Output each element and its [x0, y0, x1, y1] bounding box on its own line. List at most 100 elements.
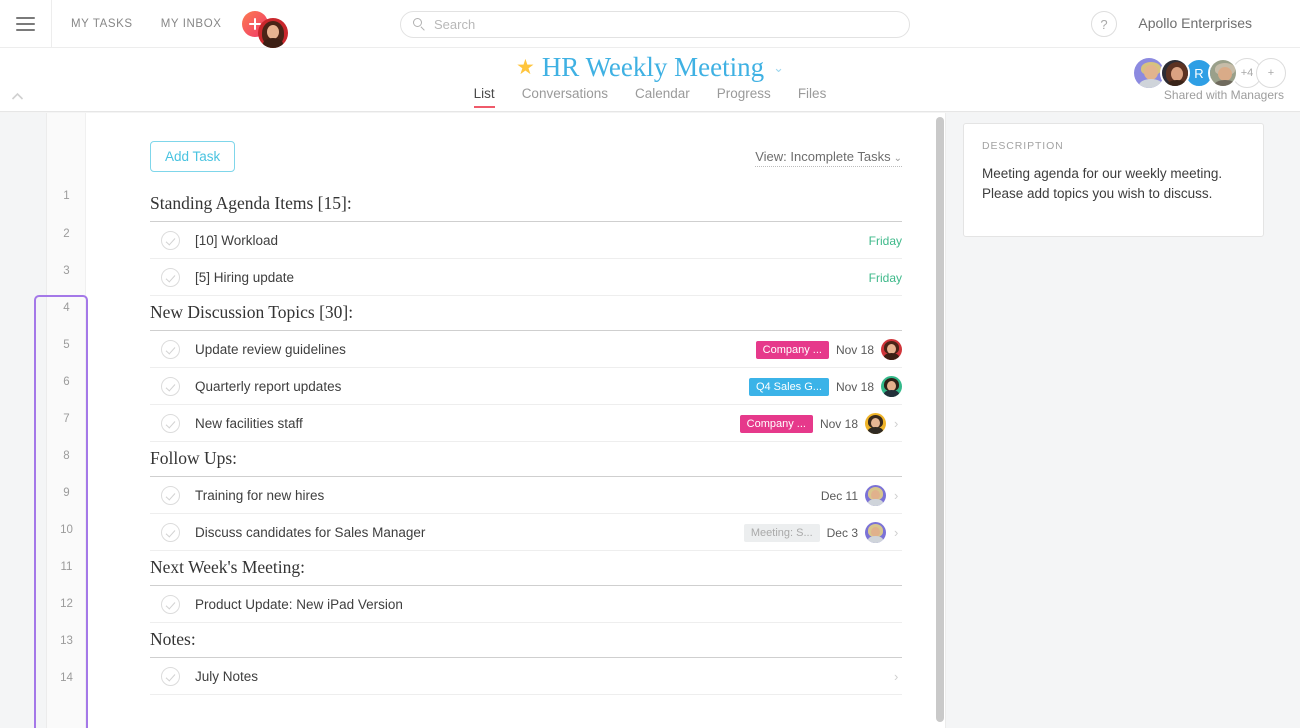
gutter-line-number: 2: [63, 228, 70, 240]
due-date[interactable]: Nov 18: [836, 380, 874, 394]
gutter-line-number: 12: [60, 598, 73, 610]
top-bar: MY TASKS MY INBOX ? Apollo Enterprises: [0, 0, 1300, 48]
gutter-line-number: 8: [63, 450, 70, 462]
due-date[interactable]: Nov 18: [820, 417, 858, 431]
task-tag[interactable]: Company ...: [739, 414, 813, 433]
task-meta: Meeting: S... Dec 3 ›: [743, 514, 902, 551]
task-name: Product Update: New iPad Version: [195, 596, 403, 612]
table-row[interactable]: Quarterly report updates Q4 Sales G... Nov…: [150, 368, 902, 405]
add-task-button[interactable]: Add Task: [150, 141, 236, 172]
gutter-line-number: 5: [63, 339, 70, 351]
table-row[interactable]: [5] Hiring update Friday: [150, 259, 902, 296]
page-title: HR Weekly Meeting: [541, 52, 765, 82]
tab-conversations[interactable]: Conversations: [522, 86, 608, 108]
search-input[interactable]: [434, 17, 897, 32]
complete-task-checkbox[interactable]: [161, 666, 180, 686]
gutter-line-number: 10: [60, 524, 73, 536]
complete-task-checkbox[interactable]: [161, 522, 180, 542]
assignee-avatar[interactable]: [865, 413, 886, 434]
body-area: 1 2 3 4 5 6 7 8 9 10 11 12 13 14 Add Task View: Incom…: [0, 113, 1300, 728]
view-selector-label: View: Incomplete Tasks: [755, 149, 891, 164]
nav-my-inbox[interactable]: MY INBOX: [161, 18, 222, 30]
tab-calendar[interactable]: Calendar: [635, 86, 690, 108]
complete-task-checkbox[interactable]: [161, 339, 180, 359]
tab-list[interactable]: List: [473, 86, 495, 108]
gutter-line-number: 13: [60, 635, 73, 647]
project-header: ★ HR Weekly Meeting ⌄ List Conversations…: [0, 48, 1300, 112]
list-scrollbar[interactable]: [936, 117, 944, 722]
chevron-right-icon[interactable]: ›: [894, 488, 902, 503]
task-name: Training for new hires: [195, 487, 325, 503]
gutter-line-number: 6: [63, 376, 70, 388]
task-list-inner: Add Task View: Incomplete Tasks ⌄ Standin…: [86, 113, 945, 728]
task-tag[interactable]: Meeting: S...: [743, 523, 820, 542]
task-list-panel: 1 2 3 4 5 6 7 8 9 10 11 12 13 14 Add Task View: Incom…: [46, 113, 946, 728]
chevron-down-icon[interactable]: ⌄: [773, 60, 784, 76]
gutter-line-number: 3: [63, 265, 70, 277]
star-icon[interactable]: ★: [516, 57, 535, 78]
table-row[interactable]: Update review guidelines Company ... Nov 1…: [150, 331, 902, 368]
avatar[interactable]: [257, 17, 288, 48]
task-rows: Standing Agenda Items [15]: [10] Workload…: [150, 187, 902, 695]
chevron-right-icon[interactable]: ›: [894, 525, 902, 540]
due-date[interactable]: Dec 11: [821, 489, 858, 503]
complete-task-checkbox[interactable]: [161, 594, 180, 614]
task-name: July Notes: [195, 668, 259, 684]
complete-task-checkbox[interactable]: [161, 267, 180, 287]
chevron-right-icon[interactable]: ›: [894, 669, 902, 684]
section-header[interactable]: Standing Agenda Items [15]:: [150, 187, 902, 222]
tab-files[interactable]: Files: [798, 86, 827, 108]
table-row[interactable]: [10] Workload Friday: [150, 222, 902, 259]
member-avatar-2[interactable]: [1160, 58, 1190, 88]
complete-task-checkbox[interactable]: [161, 413, 180, 433]
view-selector[interactable]: View: Incomplete Tasks ⌄: [755, 149, 902, 167]
assignee-avatar[interactable]: [865, 485, 886, 506]
add-member-icon[interactable]: +: [1256, 58, 1286, 88]
help-icon[interactable]: ?: [1091, 11, 1117, 37]
task-name: Discuss candidates for Sales Manager: [195, 524, 426, 540]
table-row[interactable]: Training for new hires Dec 11 ›: [150, 477, 902, 514]
table-row[interactable]: Discuss candidates for Sales Manager Meet…: [150, 514, 902, 551]
app-root: MY TASKS MY INBOX ? Apollo Enterprises ★…: [0, 0, 1300, 728]
complete-task-checkbox[interactable]: [161, 376, 180, 396]
assignee-avatar[interactable]: [881, 376, 902, 397]
complete-task-checkbox[interactable]: [161, 230, 180, 250]
description-text[interactable]: Meeting agenda for our weekly meeting. P…: [982, 164, 1245, 204]
task-tag[interactable]: Company ...: [755, 340, 829, 359]
due-date[interactable]: Friday: [869, 234, 902, 248]
search-bar[interactable]: [400, 11, 910, 38]
section-header[interactable]: Follow Ups:: [150, 442, 902, 477]
task-meta: Q4 Sales G... Nov 18: [748, 368, 902, 405]
task-meta: Company ... Nov 18: [755, 331, 902, 368]
due-date[interactable]: Dec 3: [827, 526, 858, 540]
menu-icon[interactable]: [0, 0, 52, 48]
nav-my-tasks[interactable]: MY TASKS: [71, 18, 133, 30]
assignee-avatar[interactable]: [865, 522, 886, 543]
member-avatars: R +4 +: [1132, 56, 1286, 90]
task-name: [5] Hiring update: [195, 269, 295, 285]
title-row: ★ HR Weekly Meeting ⌄: [0, 52, 1300, 83]
due-date[interactable]: Friday: [869, 271, 902, 285]
gutter-line-number: 1: [63, 190, 70, 202]
member-avatar-4[interactable]: [1208, 58, 1238, 88]
gutter-line-number: 14: [60, 672, 73, 684]
line-number-gutter: 1 2 3 4 5 6 7 8 9 10 11 12 13 14: [47, 113, 86, 728]
section-header[interactable]: Notes:: [150, 623, 902, 658]
tab-bar: List Conversations Calendar Progress Fil…: [0, 86, 1300, 108]
tab-progress[interactable]: Progress: [717, 86, 771, 108]
task-name: Quarterly report updates: [195, 378, 342, 394]
table-row[interactable]: July Notes ›: [150, 658, 902, 695]
gutter-line-number: 9: [63, 487, 70, 499]
chevron-right-icon[interactable]: ›: [894, 416, 902, 431]
section-header[interactable]: Next Week's Meeting:: [150, 551, 902, 586]
task-tag[interactable]: Q4 Sales G...: [748, 377, 829, 396]
assignee-avatar[interactable]: [881, 339, 902, 360]
task-meta: Friday: [869, 259, 902, 296]
table-row[interactable]: Product Update: New iPad Version: [150, 586, 902, 623]
due-date[interactable]: Nov 18: [836, 343, 874, 357]
task-meta: Dec 11 ›: [821, 477, 902, 514]
section-header[interactable]: New Discussion Topics [30]:: [150, 296, 902, 331]
top-nav: MY TASKS MY INBOX: [71, 18, 222, 30]
complete-task-checkbox[interactable]: [161, 485, 180, 505]
table-row[interactable]: New facilities staff Company ... Nov 18 ›: [150, 405, 902, 442]
